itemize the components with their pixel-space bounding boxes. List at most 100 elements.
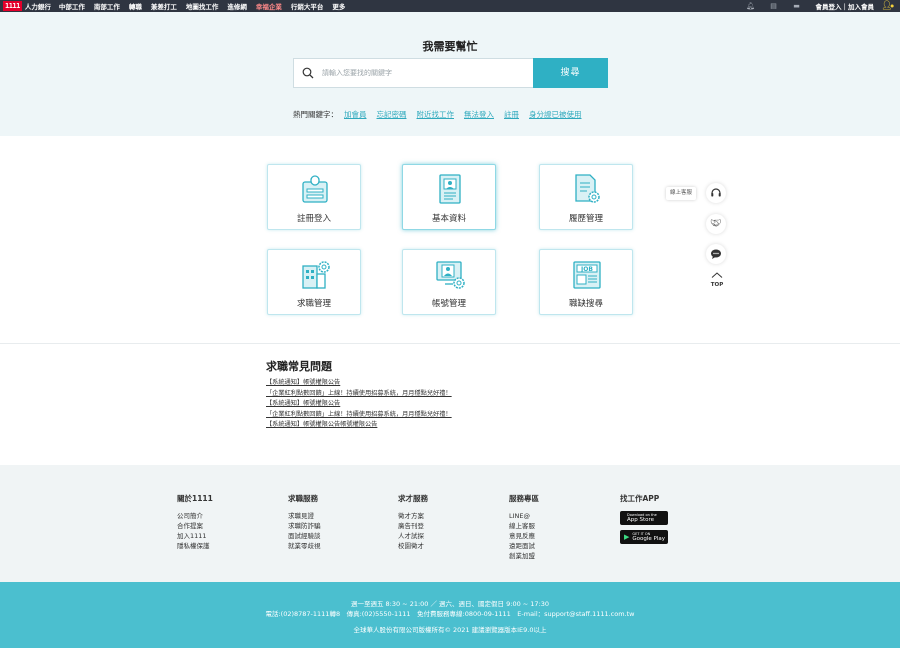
footer-link[interactable]: 創業加盟 xyxy=(509,551,539,561)
chevron-up-icon xyxy=(711,272,723,278)
document-icon[interactable]: ▤ xyxy=(768,2,780,10)
service-card-resume-management[interactable]: 履歷管理 xyxy=(539,164,633,230)
google-play-label: Google Play xyxy=(632,536,666,542)
footer-column-recruiter-services: 求才服務 徵才方案 廣告刊登 人才試探 校園徵才 xyxy=(398,493,428,551)
service-card-job-search[interactable]: JOB 職缺搜尋 xyxy=(539,249,633,315)
app-store-badge[interactable]: Download on the App Store xyxy=(620,511,668,525)
nav-item-part-time[interactable]: 兼差打工 xyxy=(151,1,177,11)
footer-link[interactable]: 加入1111 xyxy=(177,531,213,541)
chat-bubble-icon[interactable] xyxy=(706,244,726,264)
service-card-label: 求職管理 xyxy=(296,299,331,309)
search-box xyxy=(293,58,533,88)
service-card-label: 履歷管理 xyxy=(568,214,603,224)
service-card-label: 職缺搜尋 xyxy=(568,299,603,309)
online-support-tooltip: 線上客服 xyxy=(666,187,696,200)
resume-gear-icon xyxy=(575,174,600,203)
hot-keyword-link[interactable]: 身分證已被使用 xyxy=(529,109,582,120)
footer-link[interactable]: LINE@ xyxy=(509,511,539,521)
logo-mark: 1111 xyxy=(3,1,22,11)
faq-title: 求職常見問題 xyxy=(266,360,332,373)
nav-item-marketing-platform[interactable]: 行銷大平台 xyxy=(291,1,324,11)
hot-keyword-link[interactable]: 無法登入 xyxy=(464,109,494,120)
footer-link[interactable]: 合作提案 xyxy=(177,521,213,531)
footer-column-about: 關於1111 公司簡介 合作提案 加入1111 隱私權保護 xyxy=(177,493,213,551)
hot-keywords-label: 熱門關鍵字： xyxy=(293,110,338,119)
nav-item-southern-jobs[interactable]: 南部工作 xyxy=(94,1,120,11)
search-input[interactable] xyxy=(322,69,522,77)
footer-link[interactable]: 廣告刊登 xyxy=(398,521,428,531)
bell-icon[interactable]: 🔔︎ xyxy=(745,2,757,10)
footer-link[interactable]: 徵才方案 xyxy=(398,511,428,521)
footer-link[interactable]: 意見反應 xyxy=(509,531,539,541)
footer-link[interactable]: 求職防詐騙 xyxy=(288,521,321,531)
service-card-register-login[interactable]: 註冊登入 xyxy=(267,164,361,230)
footer-heading: 關於1111 xyxy=(177,494,213,503)
google-play-badge[interactable]: ▶ GET IT ON Google Play xyxy=(620,530,668,544)
footer: 關於1111 公司簡介 合作提案 加入1111 隱私權保護 求職服務 求職見證 … xyxy=(0,465,900,582)
app-store-label: App Store xyxy=(627,517,655,523)
footer-column-job-seeker-services: 求職服務 求職見證 求職防詐騙 面試經驗談 就業零歧視 xyxy=(288,493,321,551)
footer-heading: 找工作APP xyxy=(620,494,660,503)
nav-item-more[interactable]: 更多 xyxy=(332,1,345,11)
headset-icon[interactable] xyxy=(706,183,726,203)
register-login-icon xyxy=(302,175,328,203)
profile-document-icon xyxy=(439,174,461,204)
back-to-top-label: TOP xyxy=(710,282,724,288)
faq-list: 【系統通知】帳號權限公告 「企業紅利點數回饋」上線！持續使用招募系統，月月穩點兒… xyxy=(266,378,452,431)
faq-item[interactable]: 「企業紅利點數回饋」上線！持續使用招募系統，月月穩點兒好禮！ xyxy=(266,389,452,400)
hot-keywords: 熱門關鍵字： 加會員 忘記密碼 附近找工作 無法登入 註冊 身分證已被使用 xyxy=(293,109,592,120)
footer-contact-bar: 週一至週五 8:30 ~ 21:00 ／ 週六、週日、國定假日 9:00 ~ 1… xyxy=(0,582,900,648)
service-card-label: 註冊登入 xyxy=(296,214,331,224)
faq-item[interactable]: 【系統通知】帳號權限公告 xyxy=(266,378,452,389)
top-right-tools: 🔔︎ ▤ ▬ 會員登入｜加入會員 👤︎ ● xyxy=(745,0,900,12)
nav-item-education[interactable]: 進修網 xyxy=(227,1,247,11)
service-card-account-management[interactable]: 帳號管理 xyxy=(402,249,496,315)
footer-link[interactable]: 公司簡介 xyxy=(177,511,213,521)
footer-link[interactable]: 就業零歧視 xyxy=(288,541,321,551)
faq-item[interactable]: 【系統通知】帳號權限公告帳號權限公告 xyxy=(266,420,452,431)
nav-item-map-jobs[interactable]: 地圖找工作 xyxy=(186,1,219,11)
footer-link[interactable]: 面試經驗談 xyxy=(288,531,321,541)
section-divider xyxy=(0,343,900,344)
hot-keyword-link[interactable]: 忘記密碼 xyxy=(377,109,407,120)
back-to-top-button[interactable]: TOP xyxy=(709,272,725,289)
service-card-job-application-management[interactable]: 求職管理 xyxy=(267,249,361,315)
footer-link[interactable]: 校園徵才 xyxy=(398,541,428,551)
briefcase-icon[interactable]: ▬ xyxy=(791,2,803,10)
search-button[interactable]: 搜尋 xyxy=(533,58,608,88)
page-title: 我需要幫忙 xyxy=(422,40,478,53)
search-icon xyxy=(294,64,322,83)
footer-link[interactable]: 求職見證 xyxy=(288,511,321,521)
login-register-link[interactable]: 會員登入｜加入會員 xyxy=(816,1,875,11)
footer-heading: 服務專區 xyxy=(509,494,539,503)
service-card-basic-info[interactable]: 基本資料 xyxy=(402,164,496,230)
service-card-label: 帳號管理 xyxy=(431,299,466,309)
faq-item[interactable]: 【系統通知】帳號權限公告 xyxy=(266,399,452,410)
faq-item[interactable]: 「企業紅利點數回饋」上線！持續使用招募系統，月月穩點兒好禮！ xyxy=(266,410,452,421)
footer-column-app: 找工作APP Download on the App Store ▶ GET I… xyxy=(620,493,668,549)
contact-info: 電話:(02)8787-1111轉8 傳真:(02)5550-1111 免付費服… xyxy=(265,610,635,618)
footer-link[interactable]: 遠距面試 xyxy=(509,541,539,551)
nav-item-happy-enterprise[interactable]: 幸福企業 xyxy=(256,1,282,11)
site-logo[interactable]: 1111 人力銀行 xyxy=(3,0,51,12)
nav-item-career-change[interactable]: 轉職 xyxy=(129,1,142,11)
hot-keyword-link[interactable]: 加會員 xyxy=(344,109,367,120)
account-monitor-icon xyxy=(436,261,465,289)
help-search-hero: 我需要幫忙 搜尋 熱門關鍵字： 加會員 忘記密碼 附近找工作 無法登入 註冊 身… xyxy=(0,12,900,136)
service-card-label: 基本資料 xyxy=(431,214,466,224)
play-triangle-icon: ▶ xyxy=(624,533,630,541)
hot-keyword-link[interactable]: 註冊 xyxy=(504,109,519,120)
copyright: 全球華人股份有限公司版權所有© 2021 建議瀏覽器版本IE9.0以上 xyxy=(353,626,547,634)
footer-link[interactable]: 線上客服 xyxy=(509,521,539,531)
footer-heading: 求職服務 xyxy=(288,494,318,503)
footer-heading: 求才服務 xyxy=(398,494,428,503)
service-hours: 週一至週五 8:30 ~ 21:00 ／ 週六、週日、國定假日 9:00 ~ 1… xyxy=(350,600,550,608)
user-avatar-icon[interactable]: 👤︎ ● xyxy=(880,0,894,12)
footer-link[interactable]: 隱私權保護 xyxy=(177,541,213,551)
hot-keyword-link[interactable]: 附近找工作 xyxy=(417,109,455,120)
footer-column-service-zone: 服務專區 LINE@ 線上客服 意見反應 遠距面試 創業加盟 xyxy=(509,493,539,561)
footer-link[interactable]: 人才試探 xyxy=(398,531,428,541)
svg-text:JOB: JOB xyxy=(580,266,593,273)
nav-item-central-jobs[interactable]: 中部工作 xyxy=(59,1,85,11)
handshake-icon[interactable]: 🤝︎ xyxy=(706,214,726,234)
